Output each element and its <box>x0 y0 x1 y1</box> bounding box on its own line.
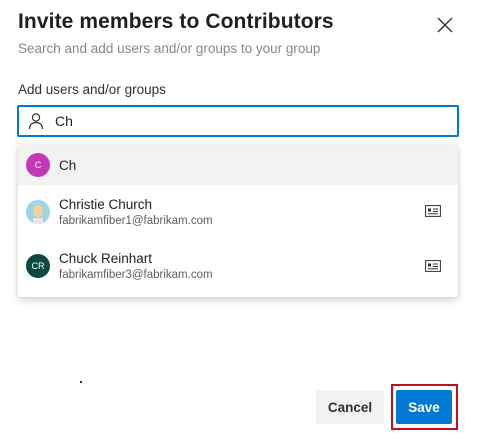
search-input[interactable] <box>55 113 435 129</box>
suggestion-item[interactable]: C Ch <box>18 145 458 185</box>
contact-card-icon[interactable] <box>425 260 441 272</box>
dialog-subtitle: Search and add users and/or groups to yo… <box>18 41 321 56</box>
suggestion-name: Ch <box>59 157 77 173</box>
avatar-initials: C <box>34 160 42 170</box>
user-photo-icon <box>26 200 50 224</box>
avatar: CR <box>26 254 50 278</box>
avatar: C <box>26 153 50 177</box>
suggestions-dropdown: C Ch Christie Church fabrikamfiber1@fabr… <box>18 145 458 297</box>
cancel-button[interactable]: Cancel <box>316 390 384 424</box>
suggestion-item[interactable]: CR Chuck Reinhart fabrikamfiber3@fabrika… <box>18 239 458 293</box>
suggestion-name: Chuck Reinhart <box>59 251 153 266</box>
save-button[interactable]: Save <box>396 390 452 424</box>
search-box[interactable] <box>17 105 459 137</box>
suggestion-item[interactable]: Christie Church fabrikamfiber1@fabrikam.… <box>18 185 458 239</box>
avatar <box>26 200 50 224</box>
search-field-label: Add users and/or groups <box>18 82 166 97</box>
avatar-initials: CR <box>31 261 45 271</box>
suggestion-name: Christie Church <box>59 197 153 212</box>
contact-card-icon[interactable] <box>425 205 441 217</box>
suggestion-email: fabrikamfiber3@fabrikam.com <box>59 269 213 281</box>
close-icon[interactable] <box>433 13 457 37</box>
suggestion-email: fabrikamfiber1@fabrikam.com <box>59 215 213 227</box>
dialog-title: Invite members to Contributors <box>18 10 334 33</box>
stray-dot <box>80 381 82 383</box>
person-icon <box>28 113 44 130</box>
invite-members-dialog: Invite members to Contributors Search an… <box>0 0 478 444</box>
